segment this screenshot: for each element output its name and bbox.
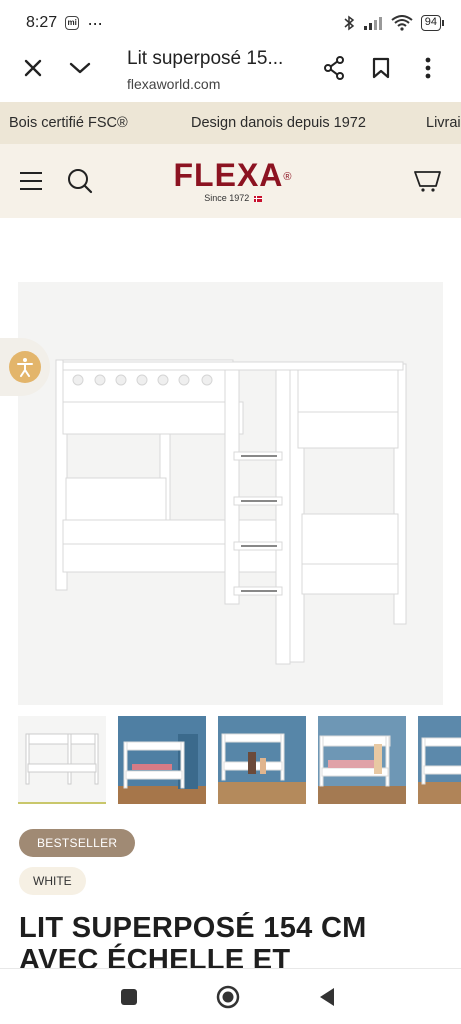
share-icon [324, 56, 344, 80]
nav-home-icon [216, 985, 240, 1009]
thumbnail-1[interactable] [18, 716, 106, 804]
browser-toolbar: Lit superposé 15... flexaworld.com [0, 46, 461, 102]
bestseller-badge: BESTSELLER [19, 829, 136, 857]
nav-back-icon [320, 988, 334, 1006]
thumbnail-bed-image [25, 733, 99, 785]
system-nav-bar [0, 968, 461, 1024]
thumbnail-4[interactable] [318, 716, 406, 804]
thumbnail-2[interactable] [118, 716, 206, 804]
product-title: LIT SUPERPOSÉ 154 CM AVEC ÉCHELLE ET [19, 912, 367, 970]
overflow-dots: ··· [87, 12, 103, 33]
status-time: 8:27 [26, 14, 58, 31]
thumbnail-room-image [418, 716, 461, 804]
logo-tagline: Since 1972 [204, 193, 250, 203]
thumbnail-5[interactable] [418, 716, 461, 804]
url-block[interactable]: Lit superposé 15... flexaworld.com [127, 46, 307, 92]
bookmark-button[interactable] [361, 48, 401, 88]
bluetooth-icon [344, 15, 354, 31]
wifi-icon [391, 15, 413, 31]
flexa-logo[interactable]: FLEXA® Since 1972 [168, 158, 298, 203]
mi-app-icon: mi [65, 16, 80, 30]
product-main-image[interactable] [18, 282, 443, 705]
page-title: Lit superposé 15... [127, 48, 284, 69]
status-left: 8:27 mi ··· [26, 12, 103, 34]
logo-wordmark: FLEXA [173, 157, 284, 193]
cart-icon [414, 171, 441, 192]
search-button[interactable] [60, 161, 100, 201]
menu-button[interactable] [11, 161, 51, 201]
thumbnail-room-image [118, 716, 206, 804]
accessibility-badge [9, 351, 41, 383]
close-icon [24, 59, 42, 77]
page-domain: flexaworld.com [127, 76, 221, 92]
site-header: FLEXA® Since 1972 [0, 144, 461, 218]
thumbnail-room-image [318, 716, 406, 804]
more-options-button[interactable] [408, 48, 448, 88]
color-badge: WHITE [19, 867, 86, 895]
announcement-strip: Bois certifié FSC® Design danois depuis … [0, 102, 461, 144]
accessibility-icon [17, 358, 33, 377]
search-icon [68, 169, 93, 194]
status-bar: 8:27 mi ··· 94 [0, 0, 461, 46]
nav-home-button[interactable] [212, 981, 244, 1013]
nav-back-button[interactable] [311, 981, 343, 1013]
minimize-button[interactable] [60, 48, 100, 88]
close-tab-button[interactable] [13, 48, 53, 88]
chevron-down-icon [69, 62, 91, 74]
battery-indicator: 94 [420, 15, 445, 31]
share-button[interactable] [314, 48, 354, 88]
nav-recents-icon [121, 989, 137, 1005]
menu-icon [20, 172, 42, 190]
danish-flag-icon [253, 195, 262, 202]
status-right: 94 [343, 15, 445, 31]
announcement-item: Design danois depuis 1972 [191, 115, 366, 131]
bunk-bed-illustration [55, 359, 407, 665]
thumbnail-strip [18, 716, 461, 806]
nav-recents-button[interactable] [113, 981, 145, 1013]
bookmark-icon [372, 57, 390, 79]
thumbnail-3[interactable] [218, 716, 306, 804]
thumbnail-room-image [218, 716, 306, 804]
more-vert-icon [425, 57, 431, 79]
announcement-item: Bois certifié FSC® [9, 115, 128, 131]
announcement-item: Livrai [426, 115, 461, 131]
registered-mark: ® [283, 171, 293, 183]
cart-button[interactable] [408, 161, 448, 201]
signal-icon [363, 17, 382, 30]
